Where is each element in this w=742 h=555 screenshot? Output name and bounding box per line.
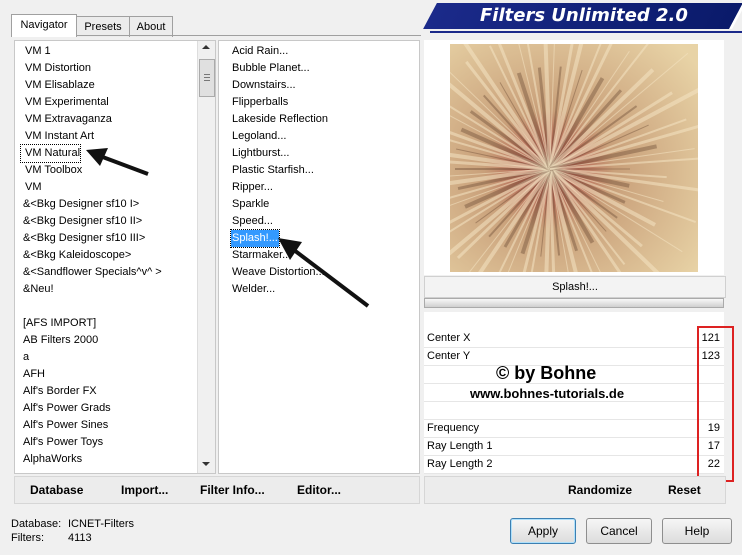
category-item[interactable]: Alf's Power Sines [15,417,108,434]
filter-item[interactable]: Downstairs... [231,77,297,94]
cancel-button[interactable]: Cancel [586,518,652,544]
category-item[interactable]: [AFS IMPORT] [15,315,96,332]
filter-item[interactable]: Plastic Starfish... [231,162,315,179]
preview-filter-name-bar: Splash!... [424,276,726,298]
category-item[interactable]: AlphaWorks [15,451,82,468]
param-row[interactable]: Frequency 19 [424,420,724,438]
param-row[interactable]: Center X 121 [424,330,724,348]
category-item[interactable]: VM Toolbox [15,162,82,179]
apply-button[interactable]: Apply [510,518,576,544]
category-item[interactable]: &<Bkg Designer sf10 I> [15,196,139,213]
status-database-value: ICNET-Filters [68,518,134,530]
category-item[interactable]: Alf's Power Toys [15,434,103,451]
category-item[interactable]: VM [15,179,42,196]
watermark-copyright: © by Bohne [496,363,597,383]
category-list[interactable]: VM 1 VM Distortion VM Elisablaze VM Experim… [14,40,216,474]
progress-bar [424,298,724,308]
database-link[interactable]: Database [30,483,83,497]
scroll-thumb[interactable] [199,59,215,97]
category-item[interactable]: &<Bkg Designer sf10 III> [15,230,145,247]
arrow-annotation-1 [86,148,149,176]
status-database-label: Database: [11,518,62,530]
param-label: Center Y [427,350,471,362]
category-item[interactable]: VM 1 [15,43,51,60]
scroll-down-icon[interactable] [202,462,210,466]
tab-presets[interactable]: Presets [76,16,130,37]
editor-link[interactable]: Editor... [297,483,341,497]
category-item[interactable]: &<Bkg Designer sf10 II> [15,213,142,230]
scroll-up-icon[interactable] [202,45,210,49]
tab-navigator[interactable]: Navigator [11,14,77,37]
filter-item[interactable]: Ripper... [231,179,274,196]
filter-item[interactable]: Lakeside Reflection [231,111,329,128]
category-item[interactable]: VM Elisablaze [15,77,95,94]
param-row[interactable]: Ray Length 2 22 [424,456,724,474]
import-link[interactable]: Import... [121,483,168,497]
category-item[interactable]: a [15,349,29,366]
help-button[interactable]: Help [662,518,732,544]
tab-about[interactable]: About [129,16,173,37]
filter-item[interactable]: Legoland... [231,128,287,145]
category-item[interactable]: Alf's Power Grads [15,400,111,417]
category-item[interactable]: AFH [15,366,45,383]
category-item[interactable]: VM Experimental [15,94,109,111]
status-filters-value: 4113 [68,532,92,544]
param-label: Ray Length 1 [427,440,493,452]
filter-item[interactable]: Flipperballs [231,94,289,111]
arrow-annotation-2 [278,238,370,308]
category-item[interactable]: &<Sandflower Specials^v^ > [15,264,162,281]
param-row[interactable]: Ray Length 1 17 [424,438,724,456]
param-label: Frequency [427,422,479,434]
filter-info-link[interactable]: Filter Info... [200,483,265,497]
value-highlight-box [697,326,734,482]
category-item[interactable]: &Neu! [15,281,54,298]
filter-item[interactable]: Lightburst... [231,145,290,162]
category-item[interactable]: VM Natural [19,144,82,163]
filter-item[interactable]: Speed... [231,213,274,230]
param-label: Center X [427,332,471,344]
preview-filter-name: Splash!... [552,281,598,293]
category-item[interactable]: VM Distortion [15,60,91,77]
header-title: Filters Unlimited 2.0 [480,5,688,26]
filter-item[interactable]: Bubble Planet... [231,60,311,77]
category-item[interactable]: VM Extravaganza [15,111,112,128]
filter-item[interactable]: Acid Rain... [231,43,289,60]
randomize-button[interactable]: Randomize [568,483,632,497]
preview-image [382,0,733,330]
category-item[interactable]: &<Bkg Kaleidoscope> [15,247,131,264]
param-label: Ray Length 2 [427,458,493,470]
category-item[interactable]: AB Filters 2000 [15,332,98,349]
status-filters-label: Filters: [11,532,44,544]
category-scrollbar[interactable] [197,41,215,473]
param-row[interactable] [424,402,724,420]
header-underline [430,31,742,33]
category-item[interactable]: Alf's Border FX [15,383,97,400]
watermark-url: www.bohnes-tutorials.de [470,386,625,401]
reset-button[interactable]: Reset [668,483,701,497]
filter-item[interactable]: Sparkle [231,196,270,213]
category-item[interactable] [15,298,23,315]
